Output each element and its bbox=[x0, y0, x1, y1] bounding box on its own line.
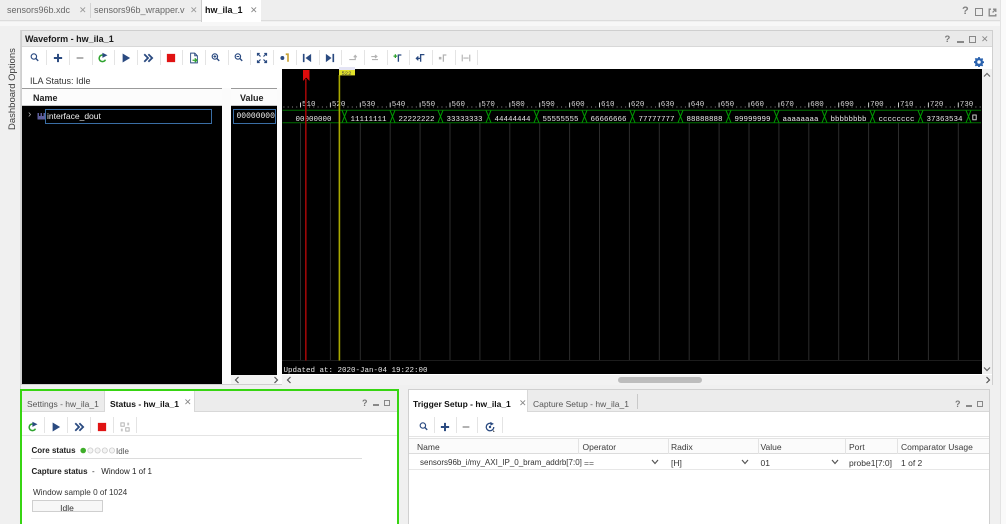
svg-text:610: 610 bbox=[601, 101, 615, 109]
svg-text:11111111: 11111111 bbox=[350, 116, 387, 124]
svg-text:580: 580 bbox=[511, 101, 525, 109]
svg-text:510: 510 bbox=[302, 101, 316, 109]
svg-text:700: 700 bbox=[870, 101, 884, 109]
svg-text:640: 640 bbox=[691, 101, 705, 109]
svg-text:522: 522 bbox=[342, 70, 352, 77]
svg-text:550: 550 bbox=[422, 101, 436, 109]
svg-text:aaaaaaaa: aaaaaaaa bbox=[782, 116, 819, 124]
svg-text:22222222: 22222222 bbox=[398, 116, 434, 124]
svg-text:88888888: 88888888 bbox=[686, 116, 722, 124]
svg-text:590: 590 bbox=[541, 101, 555, 109]
svg-text:660: 660 bbox=[751, 101, 765, 109]
svg-text:77777777: 77777777 bbox=[638, 116, 674, 124]
svg-text:650: 650 bbox=[721, 101, 735, 109]
svg-text:00000000: 00000000 bbox=[295, 116, 332, 124]
svg-text:600: 600 bbox=[571, 101, 585, 109]
svg-text:730: 730 bbox=[960, 101, 974, 109]
svg-text:720: 720 bbox=[930, 101, 944, 109]
svg-text:530: 530 bbox=[362, 101, 376, 109]
svg-text:540: 540 bbox=[392, 101, 406, 109]
svg-text:690: 690 bbox=[840, 101, 854, 109]
svg-text:bbbbbbbb: bbbbbbbb bbox=[830, 116, 866, 124]
svg-text:55555555: 55555555 bbox=[542, 116, 579, 124]
svg-text:66666666: 66666666 bbox=[590, 116, 627, 124]
svg-text:560: 560 bbox=[452, 101, 466, 109]
svg-text:570: 570 bbox=[481, 101, 495, 109]
svg-text:710: 710 bbox=[900, 101, 914, 109]
svg-text:37363534: 37363534 bbox=[926, 116, 963, 124]
svg-text:99999999: 99999999 bbox=[734, 116, 770, 124]
svg-text:Updated at: 2020-Jan-04 19:22:: Updated at: 2020-Jan-04 19:22:00 bbox=[284, 367, 429, 374]
svg-text:44444444: 44444444 bbox=[494, 116, 531, 124]
svg-text:670: 670 bbox=[780, 101, 794, 109]
svg-text:33333333: 33333333 bbox=[446, 116, 483, 124]
svg-text:680: 680 bbox=[810, 101, 824, 109]
svg-text:cccccccc: cccccccc bbox=[878, 116, 914, 124]
svg-text:620: 620 bbox=[631, 101, 645, 109]
svg-text:630: 630 bbox=[661, 101, 675, 109]
